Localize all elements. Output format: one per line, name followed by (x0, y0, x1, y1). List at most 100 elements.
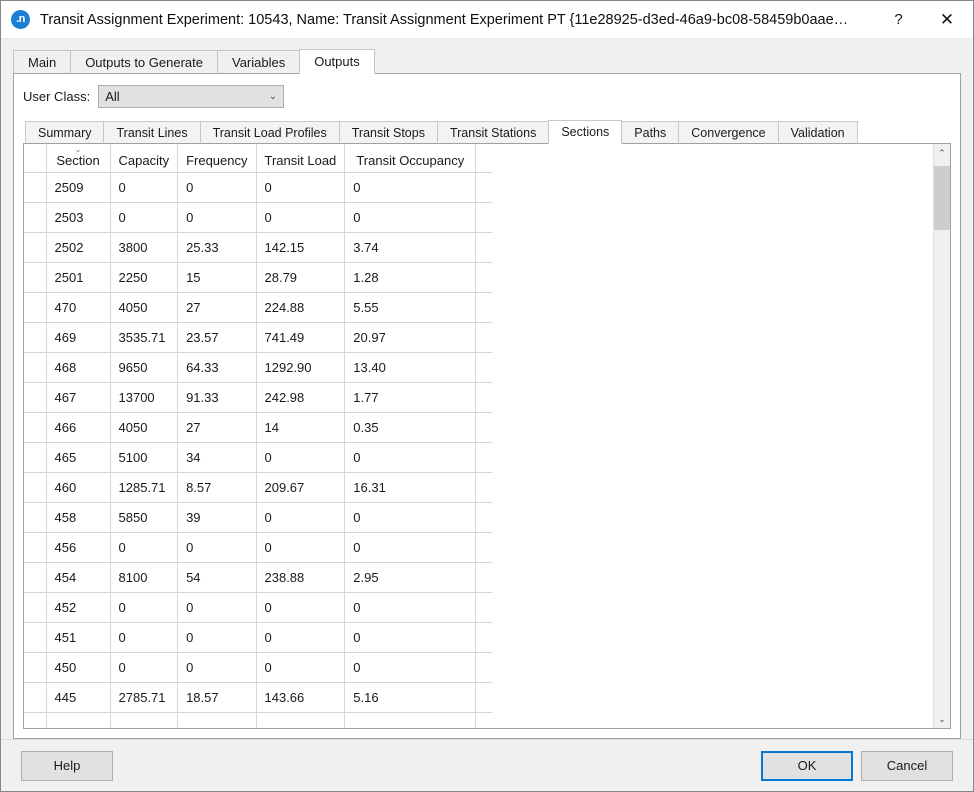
row-header-cell[interactable] (24, 412, 47, 443)
cell-capacity[interactable]: 5100 (110, 442, 179, 473)
cell-capacity[interactable]: 0 (110, 652, 179, 683)
table-row[interactable]: 460 1285.71 8.57 209.67 16.31 (24, 472, 493, 503)
cell-frequency[interactable]: 39 (177, 502, 257, 533)
row-header-cell[interactable] (24, 172, 47, 203)
cell-frequency[interactable]: 27 (177, 292, 257, 323)
row-header-cell[interactable] (24, 622, 47, 653)
cell-transit-load[interactable]: 28.79 (256, 262, 346, 293)
ok-button[interactable]: OK (761, 750, 853, 781)
column-header-transit-occupancy[interactable]: Transit Occupancy (344, 144, 477, 173)
cell-section[interactable]: 2503 (46, 202, 111, 233)
help-icon[interactable]: ? (876, 1, 921, 39)
table-row[interactable]: 445 2785.71 18.57 143.66 5.16 (24, 682, 493, 713)
cell-transit-load[interactable]: 209.67 (256, 472, 346, 503)
cell-frequency[interactable]: 0 (177, 592, 257, 623)
subtab-transit-lines[interactable]: Transit Lines (103, 121, 201, 144)
sections-table-scroll[interactable]: ⌄ Section Capacity Frequency Transit Loa… (24, 144, 933, 728)
row-header-cell[interactable] (24, 592, 47, 623)
tab-main[interactable]: Main (13, 50, 72, 74)
row-header-cell[interactable] (24, 352, 47, 383)
row-header-cell[interactable] (24, 292, 47, 323)
cell-capacity[interactable]: 5850 (110, 502, 179, 533)
cell-capacity[interactable]: 2785.71 (110, 682, 179, 713)
cell-transit-load[interactable]: 0 (256, 502, 346, 533)
cell-transit-occupancy[interactable]: 0 (344, 202, 477, 233)
cell-transit-load[interactable]: 224.88 (256, 292, 346, 323)
cell-transit-load[interactable]: 0 (256, 622, 346, 653)
table-row[interactable]: 465 5100 34 0 0 (24, 442, 493, 473)
cell-transit-occupancy[interactable]: 0 (344, 592, 477, 623)
cell-section[interactable]: 450 (46, 652, 111, 683)
cell-transit-occupancy[interactable]: 0 (344, 622, 477, 653)
cell-transit-occupancy[interactable]: 13.40 (344, 352, 477, 383)
table-row[interactable]: 469 3535.71 23.57 741.49 20.97 (24, 322, 493, 353)
subtab-convergence[interactable]: Convergence (678, 121, 779, 144)
cell-transit-occupancy[interactable]: 20.97 (344, 322, 477, 353)
row-header-cell[interactable] (24, 262, 47, 293)
cell-capacity[interactable]: 0 (110, 622, 179, 653)
cell-transit-occupancy[interactable]: 1.77 (344, 382, 477, 413)
cell-section[interactable]: 466 (46, 412, 111, 443)
table-row[interactable]: 468 9650 64.33 1292.90 13.40 (24, 352, 493, 383)
cell-transit-load[interactable]: 741.49 (256, 322, 346, 353)
cell-transit-occupancy[interactable]: 5.16 (344, 682, 477, 713)
close-icon[interactable]: ✕ (921, 1, 973, 39)
row-header-cell[interactable] (24, 382, 47, 413)
cell-section[interactable] (46, 712, 111, 728)
cell-section[interactable]: 2501 (46, 262, 111, 293)
cell-capacity[interactable]: 4050 (110, 292, 179, 323)
tab-variables[interactable]: Variables (216, 50, 301, 74)
table-row[interactable]: 454 8100 54 238.88 2.95 (24, 562, 493, 593)
cell-capacity[interactable]: 0 (110, 172, 179, 203)
table-row[interactable]: 467 13700 91.33 242.98 1.77 (24, 382, 493, 413)
cell-frequency[interactable]: 64.33 (177, 352, 257, 383)
cell-frequency[interactable]: 27 (177, 412, 257, 443)
row-header-cell[interactable] (24, 682, 47, 713)
cell-transit-load[interactable]: 1292.90 (256, 352, 346, 383)
cell-transit-occupancy[interactable]: 0 (344, 442, 477, 473)
cell-transit-occupancy[interactable]: 0 (344, 532, 477, 563)
column-header-transit-load[interactable]: Transit Load (256, 144, 346, 173)
cell-capacity[interactable] (110, 712, 179, 728)
cell-frequency[interactable] (177, 712, 257, 728)
cell-section[interactable]: 451 (46, 622, 111, 653)
cell-section[interactable]: 2509 (46, 172, 111, 203)
cell-transit-load[interactable]: 0 (256, 532, 346, 563)
table-row[interactable]: 456 0 0 0 0 (24, 532, 493, 563)
subtab-validation[interactable]: Validation (777, 121, 858, 144)
cell-frequency[interactable]: 0 (177, 202, 257, 233)
table-row[interactable]: 458 5850 39 0 0 (24, 502, 493, 533)
subtab-transit-stops[interactable]: Transit Stops (338, 121, 438, 144)
cell-section[interactable]: 456 (46, 532, 111, 563)
row-header-cell[interactable] (24, 712, 47, 728)
cell-transit-occupancy[interactable]: 0.35 (344, 412, 477, 443)
cell-capacity[interactable]: 4050 (110, 412, 179, 443)
subtab-transit-load-profiles[interactable]: Transit Load Profiles (199, 121, 340, 144)
scroll-up-icon[interactable]: ⌃ (934, 144, 951, 162)
cell-transit-occupancy[interactable]: 0 (344, 652, 477, 683)
table-row[interactable]: 452 0 0 0 0 (24, 592, 493, 623)
cell-frequency[interactable]: 54 (177, 562, 257, 593)
cell-transit-occupancy[interactable]: 2.95 (344, 562, 477, 593)
cell-frequency[interactable]: 25.33 (177, 232, 257, 263)
cell-frequency[interactable]: 0 (177, 532, 257, 563)
cell-capacity[interactable]: 2250 (110, 262, 179, 293)
cell-frequency[interactable]: 91.33 (177, 382, 257, 413)
cell-transit-load[interactable]: 0 (256, 592, 346, 623)
column-header-frequency[interactable]: Frequency (177, 144, 257, 173)
cell-transit-load[interactable]: 238.88 (256, 562, 346, 593)
row-header-cell[interactable] (24, 202, 47, 233)
cell-transit-occupancy[interactable]: 5.55 (344, 292, 477, 323)
cell-section[interactable]: 454 (46, 562, 111, 593)
cell-transit-load[interactable]: 0 (256, 442, 346, 473)
row-header-cell[interactable] (24, 562, 47, 593)
cell-transit-load[interactable]: 0 (256, 202, 346, 233)
cell-capacity[interactable]: 0 (110, 532, 179, 563)
cell-capacity[interactable]: 8100 (110, 562, 179, 593)
subtab-sections[interactable]: Sections (548, 120, 623, 144)
row-header-cell[interactable] (24, 502, 47, 533)
table-row[interactable] (24, 712, 493, 728)
cell-capacity[interactable]: 3535.71 (110, 322, 179, 353)
cell-capacity[interactable]: 9650 (110, 352, 179, 383)
subtab-transit-stations[interactable]: Transit Stations (436, 121, 550, 144)
